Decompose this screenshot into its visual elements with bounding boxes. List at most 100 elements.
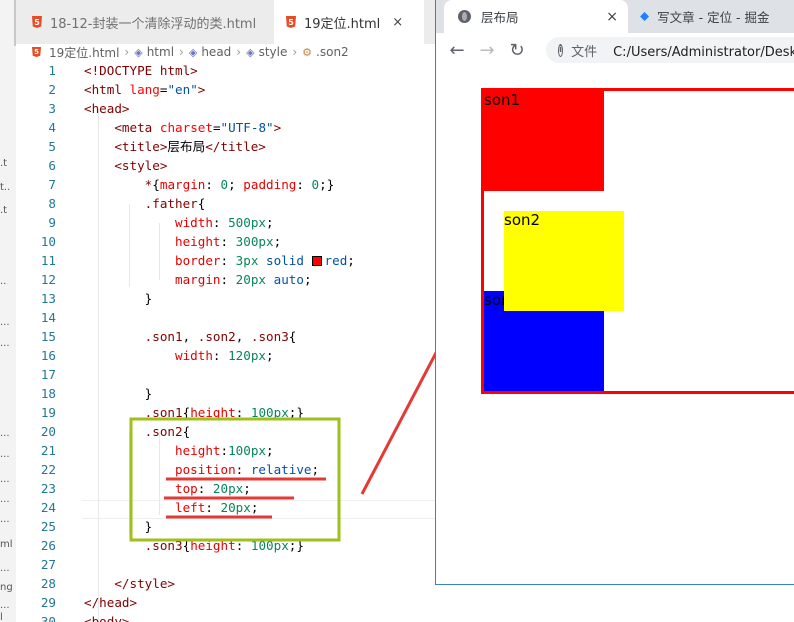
code-area[interactable]: 1 <!DOCTYPE html> 2 <html lang="en"> 3 <head>… (16, 61, 436, 622)
browser-tab-title: 写文章 - 定位 - 掘金 (657, 10, 770, 25)
code-line[interactable]: <!DOCTYPE html> (84, 61, 198, 80)
side-panel-fragment: ... (0, 618, 10, 622)
breadcrumb-item[interactable]: html (147, 45, 174, 59)
line-number: 27 (40, 557, 56, 572)
url-text[interactable]: C:/Users/Administrator/Desktop/19定位.html (613, 41, 794, 60)
close-icon[interactable]: × (392, 15, 403, 30)
line-number: 13 (40, 291, 56, 306)
line-number: 24 (40, 500, 56, 515)
side-panel-fragment: .. (0, 276, 7, 287)
code-line[interactable]: top: 20px; (84, 479, 251, 498)
juejin-logo-icon: ⬥ (640, 9, 650, 24)
line-number: 26 (40, 538, 56, 553)
page-viewport: son1 son3 son2 (436, 67, 794, 584)
tab-position-file[interactable]: 5 19定位.html × (274, 0, 424, 44)
editor-tab-bar: 5 18-12-封装一个清除浮动的类.html 5 19定位.html × (16, 0, 436, 44)
line-number: 2 (48, 82, 56, 97)
browser-tab-active[interactable]: 层布局 × (444, 0, 628, 33)
browser-window: 层布局 × ⬥ 写文章 - 定位 - 掘金 ← → ↻ i 文件 C:/User… (435, 0, 794, 585)
reload-icon[interactable]: ↻ (502, 40, 532, 61)
line-number: 10 (40, 234, 56, 249)
side-panel-strip: .t t.. .t....................... ml... ng...… (0, 0, 16, 622)
code-line[interactable]: .son3{height: 100px;} (84, 536, 304, 555)
line-number: 6 (48, 158, 56, 173)
info-icon[interactable]: i (558, 43, 564, 57)
code-line[interactable]: width: 500px; (84, 213, 274, 232)
code-line[interactable]: <meta charset="UTF-8"> (84, 118, 281, 137)
breadcrumb-item[interactable]: 19定位.html (49, 44, 119, 61)
side-panel-fragment: ... (0, 474, 10, 485)
code-line[interactable]: </style> (84, 574, 175, 593)
side-panel-fragment: ml (0, 539, 13, 550)
html5-icon: 5 (32, 16, 42, 28)
line-number: 9 (48, 215, 56, 230)
line-number: 28 (40, 576, 56, 591)
code-line[interactable]: left: 20px; (84, 498, 258, 517)
code-line[interactable]: width: 120px; (84, 346, 274, 365)
line-number: 29 (40, 595, 56, 610)
line-number: 4 (48, 120, 56, 135)
line-number: 21 (40, 443, 56, 458)
side-panel-fragment: ... (0, 428, 10, 439)
code-line[interactable]: } (84, 384, 153, 403)
line-number: 14 (40, 310, 56, 325)
selector-icon: ⚙ (302, 45, 313, 59)
code-editor: .t t.. .t....................... ml... ng...… (0, 0, 436, 622)
close-icon[interactable]: × (606, 9, 618, 25)
side-panel-fragment: ... (0, 600, 10, 611)
tab-label: 19定位.html (304, 16, 381, 32)
back-icon[interactable]: ← (442, 40, 472, 61)
browser-toolbar: ← → ↻ i 文件 C:/Users/Administrator/Deskto… (436, 33, 794, 67)
line-number: 30 (40, 614, 56, 622)
code-line[interactable]: border: 3px solid red; (84, 251, 355, 270)
line-number: 11 (40, 253, 56, 268)
code-line[interactable]: position: relative; (84, 460, 319, 479)
code-line[interactable]: .son1, .son2, .son3{ (84, 327, 297, 346)
line-number: 7 (48, 177, 56, 192)
code-line[interactable]: margin: 20px auto; (84, 270, 312, 289)
code-line[interactable]: height: 300px; (84, 232, 281, 251)
line-number: 23 (40, 481, 56, 496)
code-line[interactable]: </head> (84, 593, 137, 612)
address-bar[interactable]: i 文件 C:/Users/Administrator/Desktop/19定位… (546, 37, 794, 63)
line-number: 1 (48, 63, 56, 78)
tab-clearfix-file[interactable]: 5 18-12-封装一个清除浮动的类.html (16, 0, 270, 44)
code-line[interactable]: <body> (84, 612, 130, 622)
son2-box: son2 (504, 211, 624, 311)
code-line[interactable]: } (84, 517, 153, 536)
element-icon: ◈ (246, 45, 255, 59)
side-panel-fragment: ... (0, 338, 10, 349)
chevron-right-icon: › (292, 45, 298, 59)
code-line[interactable]: <title>层布局</title> (84, 137, 266, 156)
father-box: son1 son3 son2 (481, 88, 794, 394)
globe-icon (458, 10, 471, 23)
forward-icon[interactable]: → (472, 40, 502, 61)
code-line[interactable]: .son2{ (84, 422, 191, 441)
line-number: 19 (40, 405, 56, 420)
line-number: 16 (40, 348, 56, 363)
code-line[interactable]: <style> (84, 156, 167, 175)
code-line[interactable]: <html lang="en"> (84, 80, 205, 99)
scheme-label: 文件 (571, 44, 598, 60)
code-line[interactable]: *{margin: 0; padding: 0;} (84, 175, 335, 194)
code-line[interactable]: } (84, 289, 153, 308)
side-panel-fragment: ... (0, 514, 10, 525)
code-line[interactable]: .son1{height: 100px;} (84, 403, 304, 422)
chevron-right-icon: › (236, 45, 242, 59)
side-panel-fragment: .t (0, 158, 8, 169)
breadcrumb-item[interactable]: style (259, 45, 288, 59)
html5-icon: 5 (286, 16, 296, 28)
code-line[interactable]: height:100px; (84, 441, 274, 460)
line-number: 8 (48, 196, 56, 211)
side-panel-fragment: ... (0, 449, 10, 460)
breadcrumb-item[interactable]: head (201, 45, 231, 59)
element-icon: ◈ (134, 45, 143, 59)
son2-label: son2 (504, 211, 541, 229)
code-line[interactable]: <head> (84, 99, 130, 118)
line-number: 15 (40, 329, 56, 344)
code-line[interactable]: .father{ (84, 194, 206, 213)
breadcrumb-item[interactable]: .son2 (316, 45, 349, 59)
browser-tab-juejin[interactable]: ⬥ 写文章 - 定位 - 掘金 (636, 0, 794, 33)
line-number: 17 (40, 367, 56, 382)
breadcrumb: 5 19定位.html › ◈ html › ◈ head › ◈ style … (16, 44, 436, 60)
